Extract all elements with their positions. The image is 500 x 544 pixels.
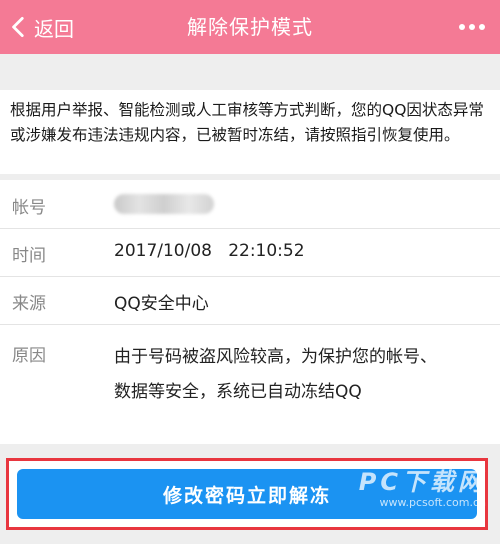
source-row: 来源 QQ安全中心 xyxy=(0,276,500,324)
back-label: 返回 xyxy=(34,16,74,41)
more-button[interactable] xyxy=(454,0,490,54)
account-info-panel: 帐号 时间 2017/10/08 22:10:52 来源 QQ安全中心 原因 由… xyxy=(0,180,500,444)
unfreeze-button[interactable]: 修改密码立即解冻 xyxy=(17,469,477,519)
page-title: 解除保护模式 xyxy=(187,15,313,39)
freeze-notice: 根据用户举报、智能检测或人工审核等方式判断，您的QQ因状态异常或涉嫌发布违法违规… xyxy=(0,90,500,174)
time-row: 时间 2017/10/08 22:10:52 xyxy=(0,228,500,276)
time-value: 2017/10/08 22:10:52 xyxy=(114,241,305,261)
navbar: 返回 解除保护模式 xyxy=(0,0,500,54)
account-row: 帐号 xyxy=(0,180,500,228)
source-label: 来源 xyxy=(12,294,46,314)
time-label: 时间 xyxy=(12,246,46,266)
chevron-left-icon xyxy=(12,16,24,38)
account-value-redacted xyxy=(114,194,214,214)
more-dots-icon xyxy=(459,24,485,30)
account-label: 帐号 xyxy=(12,198,46,218)
unfreeze-highlight-box: 修改密码立即解冻 xyxy=(6,458,488,530)
reason-value: 由于号码被盗风险较高，为保护您的帐号、数据等安全，系统已自动冻结QQ xyxy=(114,347,437,402)
source-value: QQ安全中心 xyxy=(114,294,209,314)
reason-row: 原因 由于号码被盗风险较高，为保护您的帐号、数据等安全，系统已自动冻结QQ xyxy=(0,324,500,444)
notice-text: 根据用户举报、智能检测或人工审核等方式判断，您的QQ因状态异常或涉嫌发布违法违规… xyxy=(10,101,484,144)
reason-label: 原因 xyxy=(12,346,46,366)
back-button[interactable]: 返回 xyxy=(6,0,74,54)
